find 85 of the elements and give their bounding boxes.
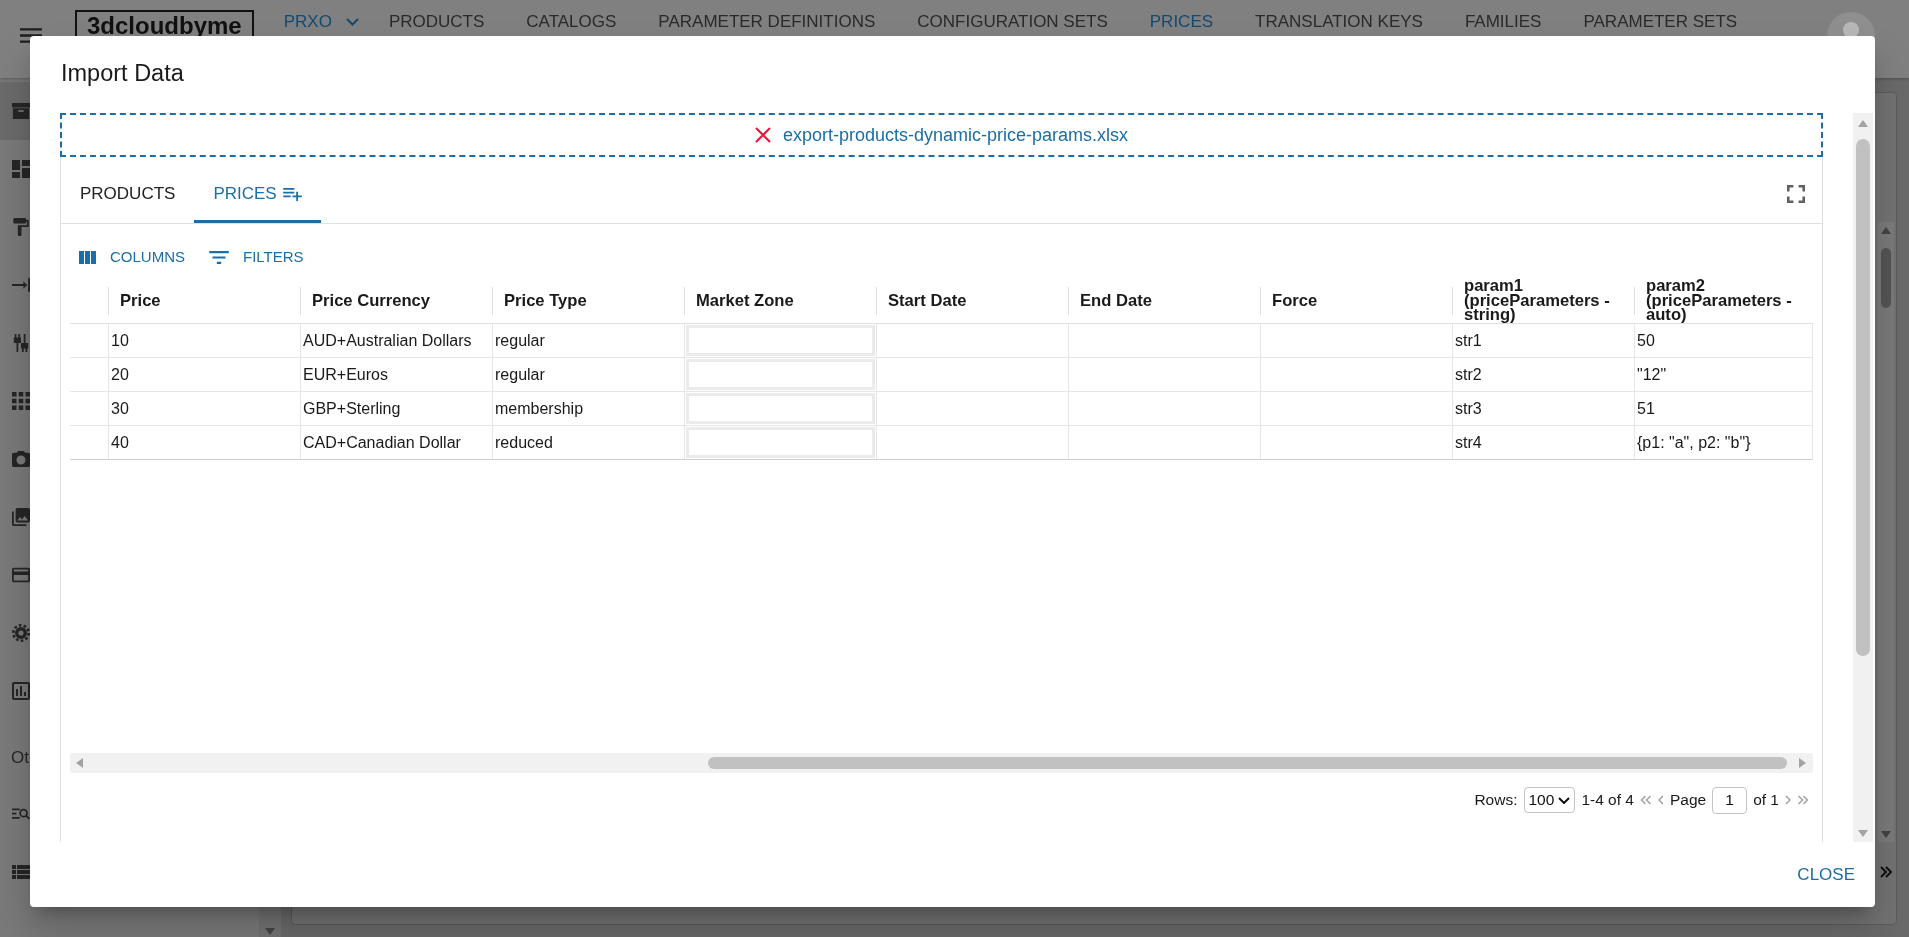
- nav-tab[interactable]: TRANSLATION KEYS: [1255, 12, 1423, 32]
- apps-grid-icon: [12, 392, 30, 410]
- close-icon[interactable]: [754, 127, 771, 143]
- page-label: Page: [1669, 791, 1707, 809]
- column-header[interactable]: Start Date: [876, 279, 1068, 323]
- scrollbar-thumb[interactable]: [708, 757, 1787, 769]
- box-icon: [12, 102, 30, 120]
- table-cell: GBP+Sterling: [300, 392, 492, 425]
- table-cell: "12": [1634, 358, 1812, 391]
- cell-input-field[interactable]: [686, 359, 875, 390]
- fullscreen-icon[interactable]: [1787, 185, 1805, 203]
- row-range-text: 1-4 of 4: [1581, 791, 1634, 809]
- file-drop-zone[interactable]: export-products-dynamic-price-params.xlsx: [60, 113, 1823, 157]
- table-cell: AUD+Australian Dollars: [300, 324, 492, 357]
- scroll-right-arrow-icon[interactable]: [1799, 758, 1806, 768]
- table-cell: 10: [108, 324, 300, 357]
- table-cell: 40: [108, 426, 300, 459]
- scroll-down-arrow-icon[interactable]: [265, 928, 275, 935]
- table-cell: membership: [492, 392, 684, 425]
- close-button[interactable]: CLOSE: [1789, 856, 1863, 893]
- camera-icon: [12, 450, 30, 468]
- table-cell: str3: [1452, 392, 1634, 425]
- table-cell: EUR+Euros: [300, 358, 492, 391]
- column-header[interactable]: Price: [108, 279, 300, 323]
- sidebar-item[interactable]: [0, 82, 30, 140]
- chevron-down-icon: [345, 18, 359, 26]
- table-cell: regular: [492, 358, 684, 391]
- cell-input-field[interactable]: [686, 393, 875, 424]
- scroll-up-arrow-icon[interactable]: [1881, 227, 1891, 234]
- page-input[interactable]: 1: [1712, 786, 1748, 814]
- scroll-up-arrow-icon[interactable]: [1858, 120, 1868, 127]
- table-cell: CAD+Canadian Dollar: [300, 426, 492, 459]
- column-header[interactable]: Price Type: [492, 279, 684, 323]
- dialog-title: Import Data: [61, 59, 184, 87]
- column-header[interactable]: Force: [1260, 279, 1452, 323]
- nav-tab[interactable]: PARAMETER SETS: [1583, 12, 1738, 32]
- column-header[interactable]: Market Zone: [684, 279, 876, 323]
- sidebar-section-title: Ot: [11, 748, 29, 768]
- page-size-select[interactable]: 100: [1523, 787, 1576, 813]
- table-cell: 20: [108, 358, 300, 391]
- file-name: export-products-dynamic-price-params.xlsx: [782, 124, 1129, 146]
- menu-icon[interactable]: [20, 28, 42, 43]
- table-cell: 50: [1634, 324, 1812, 357]
- table-cell: str2: [1452, 358, 1634, 391]
- table-cell: regular: [492, 324, 684, 357]
- tab[interactable]: PRICES: [194, 165, 321, 223]
- rows-label: Rows:: [1474, 791, 1518, 809]
- table-cell: {p1: "a", p2: "b"}: [1634, 426, 1812, 459]
- dashboard-icon: [12, 160, 30, 178]
- plug-icon: [12, 334, 30, 352]
- photo-library-icon: [12, 508, 30, 526]
- table-cell: str4: [1452, 426, 1634, 459]
- cell-input-field[interactable]: [686, 427, 875, 458]
- table-cell: 51: [1634, 392, 1812, 425]
- table-cell: str1: [1452, 324, 1634, 357]
- column-header[interactable]: End Date: [1068, 279, 1260, 323]
- scroll-left-arrow-icon[interactable]: [76, 758, 83, 768]
- scrollbar-thumb[interactable]: [1856, 139, 1870, 656]
- table-icon: [12, 863, 30, 881]
- nav-tab[interactable]: CONFIGURATION SETS: [917, 12, 1108, 32]
- filter-icon: [209, 250, 229, 264]
- tab[interactable]: PRODUCTS: [61, 165, 195, 223]
- chevron-down-icon: [1558, 796, 1571, 804]
- column-header[interactable]: param1 (priceParameters - string): [1452, 279, 1634, 323]
- scroll-down-arrow-icon[interactable]: [1881, 831, 1891, 838]
- nav-tab[interactable]: PRODUCTS: [388, 12, 485, 32]
- page-count-text: of 1: [1753, 791, 1779, 809]
- cell-input-field[interactable]: [686, 325, 875, 356]
- scrollbar-thumb[interactable]: [1881, 248, 1891, 308]
- column-header[interactable]: param2 (priceParameters - auto): [1634, 279, 1812, 323]
- paint-roller-icon: [12, 218, 30, 236]
- card-icon: [12, 566, 30, 584]
- scroll-down-arrow-icon[interactable]: [1858, 830, 1868, 837]
- column-header[interactable]: Price Currency: [300, 279, 492, 323]
- table-cell: reduced: [492, 426, 684, 459]
- nav-tab[interactable]: CATALOGS: [526, 12, 617, 32]
- nav-tab[interactable]: FAMILIES: [1464, 12, 1542, 32]
- arrow-to-bar-icon: [12, 276, 30, 294]
- columns-button[interactable]: COLUMNS: [79, 248, 185, 266]
- nav-tab[interactable]: PARAMETER DEFINITIONS: [658, 12, 876, 32]
- table-cell: 30: [108, 392, 300, 425]
- columns-icon: [79, 250, 96, 264]
- bar-chart-icon: [12, 682, 30, 700]
- filters-button[interactable]: FILTERS: [209, 248, 304, 266]
- double-chevron-right-icon[interactable]: [1880, 866, 1892, 878]
